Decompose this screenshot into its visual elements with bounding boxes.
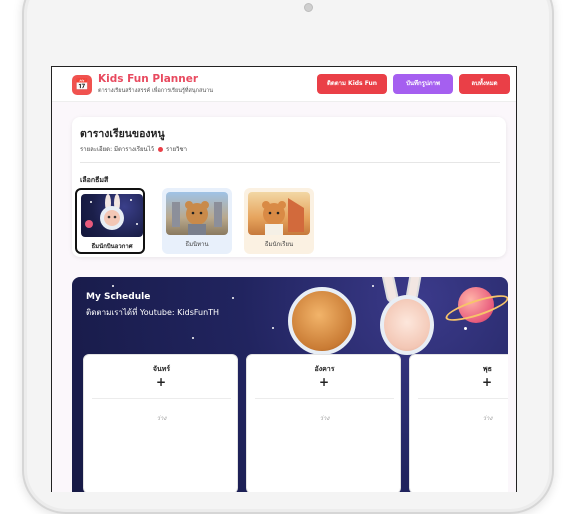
theme-fairytale[interactable]: ธีมนิทาน — [162, 188, 232, 254]
follow-button[interactable]: ติดตาม Kids Fun — [317, 74, 387, 94]
schedule-title: My Schedule — [86, 292, 151, 302]
schedule-board: My Schedule ติดตามเราได้ที่ Youtube: Kid… — [72, 277, 508, 492]
app-screen: 📅 Kids Fun Planner ตารางเรียนสร้างสรรค์ … — [51, 66, 517, 492]
day-card-monday: จันทร์ + ว่าง — [83, 354, 238, 492]
astronaut-bunny-illustration — [380, 295, 434, 355]
add-subject-button[interactable]: + — [149, 375, 173, 389]
star-icon — [272, 327, 274, 329]
day-name: จันทร์ — [152, 365, 171, 373]
star-icon — [372, 285, 374, 287]
schedule-subtitle: ติดตามเราได้ที่ Youtube: KidsFunTH — [86, 308, 220, 317]
calendar-icon: 📅 — [72, 75, 92, 95]
subject-count-label: รายวิชา — [166, 146, 187, 153]
empty-state: ว่าง — [156, 415, 167, 422]
divider — [255, 398, 394, 399]
theme-label-fairytale: ธีมนิทาน — [185, 241, 209, 248]
camera-dot — [304, 3, 313, 12]
day-card-tuesday: อังคาร + ว่าง — [246, 354, 401, 492]
empty-state: ว่าง — [319, 415, 330, 422]
divider — [92, 398, 231, 399]
star-icon — [464, 327, 467, 330]
theme-label-astronaut: ธีมนักบินอวกาศ — [91, 243, 133, 250]
astronaut-thumbnail — [81, 194, 143, 237]
day-card-wednesday: พุธ + ว่าง — [409, 354, 508, 492]
theme-astronaut[interactable]: ธีมนักบินอวกาศ — [75, 188, 145, 254]
app-title: Kids Fun Planner — [98, 73, 199, 85]
schedule-info-card: ตารางเรียนของหนู รายละเอียด: มีตารางเรีย… — [72, 117, 506, 257]
save-image-button[interactable]: บันทึกรูปภาพ — [393, 74, 453, 94]
detail-text: รายละเอียด: มีตารางเรียนไว้ — [80, 146, 155, 153]
fairytale-thumbnail — [166, 192, 228, 235]
empty-state: ว่าง — [482, 415, 493, 422]
app-header: 📅 Kids Fun Planner ตารางเรียนสร้างสรรค์ … — [52, 67, 516, 102]
theme-label: เลือกธีมสี — [80, 176, 109, 184]
star-icon — [192, 337, 194, 339]
star-icon — [232, 297, 234, 299]
clear-all-button[interactable]: ลบทั้งหมด — [459, 74, 510, 94]
divider — [418, 398, 508, 399]
schedule-detail: รายละเอียด: มีตารางเรียนไว้ รายวิชา — [80, 144, 187, 154]
app-subtitle: ตารางเรียนสร้างสรรค์ เพื่อการเรียนรู้ที่… — [98, 88, 213, 94]
theme-student[interactable]: ธีมนักเรียน — [244, 188, 314, 254]
astronaut-bear-illustration — [288, 287, 356, 355]
theme-label-student: ธีมนักเรียน — [264, 241, 294, 248]
day-name: พุธ — [483, 365, 492, 373]
page-title: ตารางเรียนของหนู — [80, 128, 165, 140]
add-subject-button[interactable]: + — [475, 375, 499, 389]
star-icon — [112, 285, 114, 287]
day-name: อังคาร — [314, 365, 335, 373]
subject-dot-icon — [158, 147, 164, 152]
add-subject-button[interactable]: + — [312, 375, 336, 389]
student-thumbnail — [248, 192, 310, 235]
divider — [80, 162, 500, 163]
